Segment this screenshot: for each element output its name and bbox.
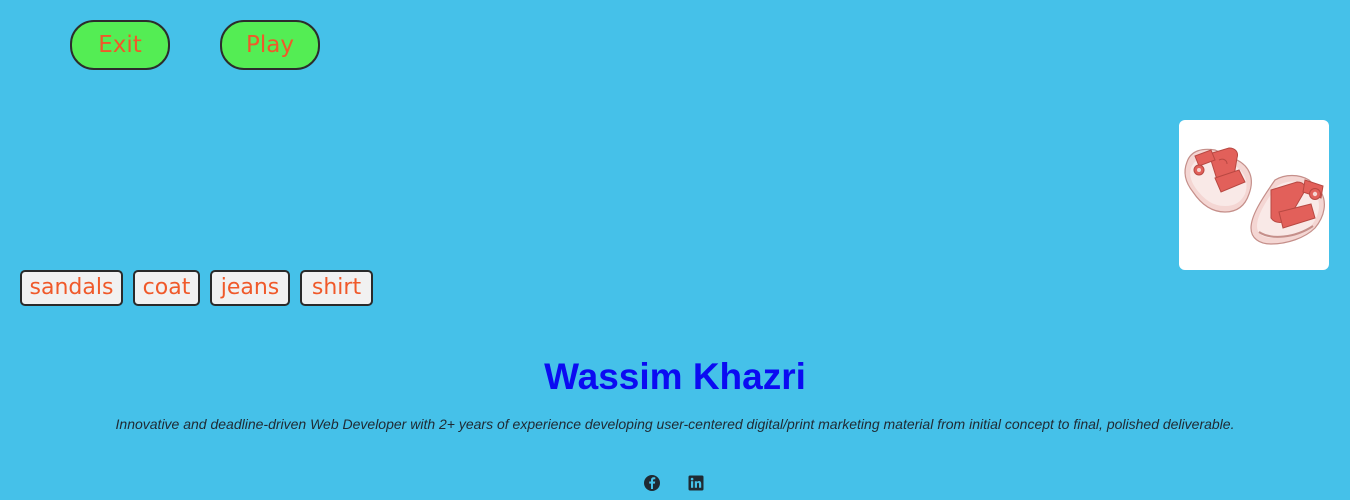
left-sandal bbox=[1184, 147, 1252, 213]
linkedin-link[interactable] bbox=[687, 474, 705, 492]
exit-button[interactable]: Exit bbox=[70, 20, 170, 70]
choice-shirt-button[interactable]: shirt bbox=[300, 270, 373, 306]
choice-sandals-button[interactable]: sandals bbox=[20, 270, 123, 306]
play-button[interactable]: Play bbox=[220, 20, 320, 70]
facebook-link[interactable] bbox=[643, 474, 661, 492]
linkedin-icon bbox=[688, 475, 704, 491]
facebook-icon bbox=[644, 475, 660, 491]
choice-coat-button[interactable]: coat bbox=[133, 270, 200, 306]
product-image-card bbox=[1179, 120, 1329, 270]
profile-name: Wassim Khazri bbox=[544, 356, 806, 397]
choice-jeans-button[interactable]: jeans bbox=[210, 270, 290, 306]
profile-bio: Innovative and deadline-driven Web Devel… bbox=[115, 416, 1235, 432]
right-sandal bbox=[1250, 174, 1325, 245]
sandals-illustration bbox=[1184, 147, 1325, 245]
